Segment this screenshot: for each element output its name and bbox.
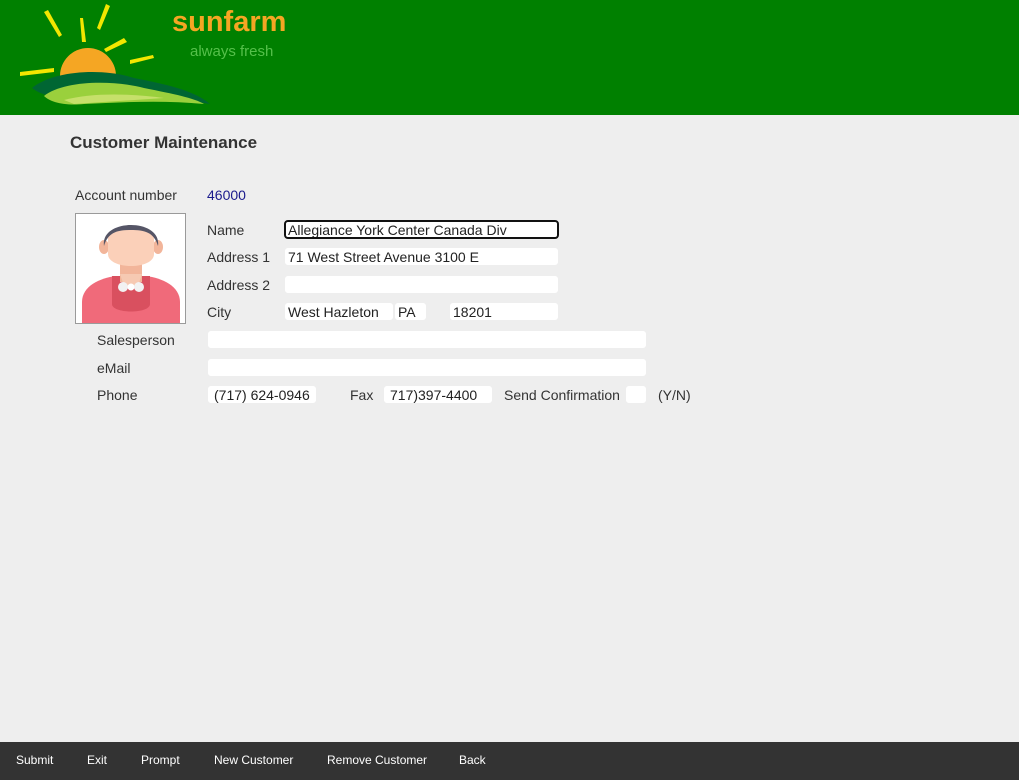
address2-field[interactable] [284,275,559,294]
customer-photo [75,213,186,324]
page-title: Customer Maintenance [70,133,258,152]
email-field[interactable] [207,358,647,377]
zip-field[interactable] [449,302,559,321]
email-label: eMail [97,360,131,376]
phone-label: Phone [97,387,138,403]
address2-label: Address 2 [207,277,271,293]
fax-field[interactable] [383,385,493,404]
app-header: sunfarm always fresh [0,0,1019,115]
account-number-value: 46000 [207,187,246,203]
brand-name: sunfarm [172,6,287,38]
name-label: Name [207,222,245,238]
address1-label: Address 1 [207,249,271,265]
city-label: City [207,304,232,320]
send-confirmation-label: Send Confirmation [504,387,620,403]
state-field[interactable] [394,302,427,321]
name-field[interactable] [284,220,559,239]
brand-tagline: always fresh [190,43,274,60]
account-number-label: Account number [75,187,177,203]
send-confirmation-field[interactable] [625,385,647,404]
prompt-button[interactable]: Prompt [141,753,180,767]
city-field[interactable] [284,302,394,321]
submit-button[interactable]: Submit [16,753,53,767]
remove-customer-button[interactable]: Remove Customer [327,753,427,767]
address1-field[interactable] [284,247,559,266]
phone-field[interactable] [207,385,317,404]
send-confirmation-hint: (Y/N) [658,387,691,403]
new-customer-button[interactable]: New Customer [214,753,293,767]
customer-avatar-icon [76,214,185,323]
exit-button[interactable]: Exit [87,753,107,767]
function-key-bar: Submit Exit Prompt New Customer Remove C… [0,742,1019,780]
back-button[interactable]: Back [459,753,486,767]
fax-label: Fax [350,387,374,403]
salesperson-label: Salesperson [97,332,175,348]
salesperson-field[interactable] [207,330,647,349]
